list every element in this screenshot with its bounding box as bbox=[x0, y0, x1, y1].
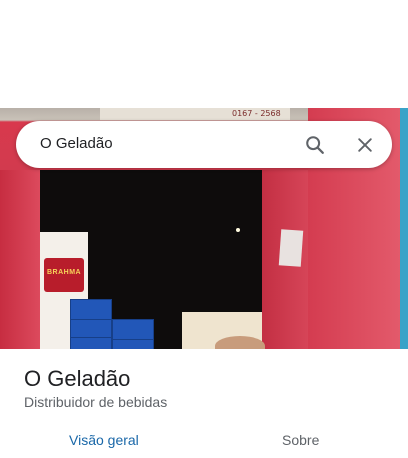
search-icon bbox=[306, 136, 324, 154]
tab-about[interactable]: Sobre bbox=[282, 432, 319, 448]
photo-sign-text: 0167 - 2568 bbox=[232, 109, 281, 118]
place-category[interactable]: Distribuidor de bebidas bbox=[24, 394, 167, 410]
search-input[interactable]: O Geladão bbox=[40, 135, 113, 152]
clear-button[interactable] bbox=[349, 129, 381, 161]
photo-fridge-logo-text: BRAHMA bbox=[47, 269, 82, 276]
place-title: O Geladão bbox=[24, 366, 131, 391]
photo-crate bbox=[112, 319, 154, 341]
photo-crate bbox=[70, 337, 112, 349]
photo-light bbox=[236, 228, 240, 232]
close-icon bbox=[358, 138, 372, 152]
tab-overview[interactable]: Visão geral bbox=[69, 432, 139, 448]
photo-crate bbox=[70, 319, 112, 339]
search-bar[interactable]: O Geladão bbox=[16, 121, 392, 168]
search-button[interactable] bbox=[299, 129, 331, 161]
photo-edge bbox=[400, 108, 408, 349]
map-top-area bbox=[0, 0, 408, 108]
photo-crate bbox=[70, 299, 112, 321]
photo-person bbox=[215, 336, 265, 349]
photo-poster bbox=[278, 229, 304, 267]
photo-crate bbox=[112, 339, 154, 349]
